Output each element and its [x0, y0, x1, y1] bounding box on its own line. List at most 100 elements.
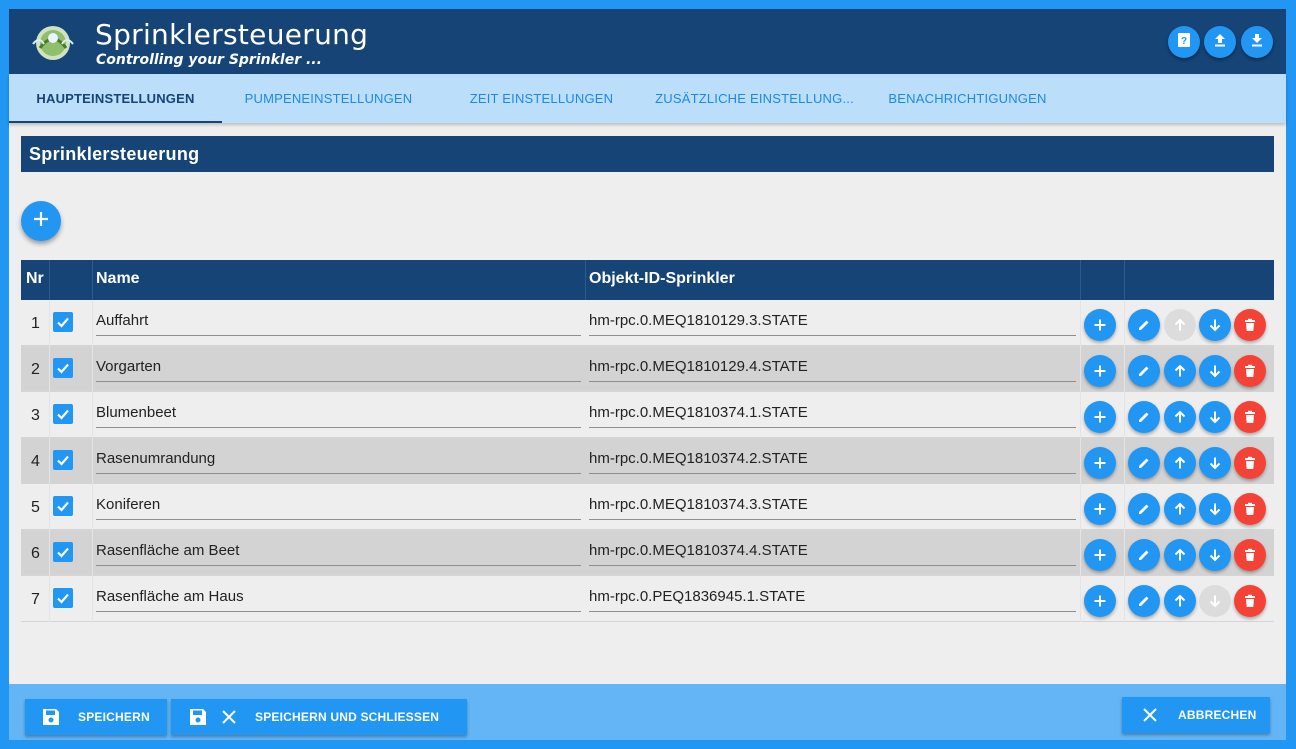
tab-pumpeneinstellungen[interactable]: Pumpeneinstellungen	[222, 74, 435, 123]
select-object-button[interactable]	[1084, 539, 1116, 571]
column-divider	[49, 346, 50, 392]
tab-haupteinstellungen[interactable]: Haupteinstellungen	[9, 74, 222, 123]
edit-button[interactable]	[1128, 355, 1160, 387]
tab-benachrichtigungen[interactable]: Benachrichtigungen	[861, 74, 1074, 123]
tab-zusaetzliche-einstellungen[interactable]: Zusätzliche Einstellung...	[648, 74, 861, 123]
upload-icon	[1212, 32, 1228, 53]
move-up-button[interactable]	[1164, 539, 1196, 571]
column-divider	[1124, 346, 1125, 392]
move-down-button[interactable]	[1199, 493, 1231, 525]
move-up-button[interactable]	[1164, 355, 1196, 387]
column-divider	[1080, 576, 1081, 622]
row-enabled-checkbox[interactable]	[53, 496, 73, 516]
row-enabled-checkbox[interactable]	[53, 404, 73, 424]
delete-button[interactable]	[1234, 355, 1266, 387]
header-divider	[1124, 260, 1125, 300]
name-field[interactable]: Rasenumrandung	[96, 438, 581, 474]
edit-button[interactable]	[1128, 309, 1160, 341]
table-row: 2 Vorgarten hm-rpc.0.MEQ1810129.4.STATE	[21, 346, 1274, 392]
tab-zeit-einstellungen[interactable]: Zeit Einstellungen	[435, 74, 648, 123]
row-enabled-checkbox[interactable]	[53, 450, 73, 470]
header-divider	[585, 260, 586, 300]
move-down-button[interactable]	[1199, 355, 1231, 387]
column-divider	[92, 392, 93, 438]
row-enabled-checkbox[interactable]	[53, 358, 73, 378]
plus-icon	[1093, 410, 1107, 424]
select-object-button[interactable]	[1084, 493, 1116, 525]
arrow-up-icon	[1173, 318, 1187, 332]
move-down-button[interactable]	[1199, 309, 1231, 341]
app-title: Sprinklersteuerung	[95, 18, 369, 51]
delete-button[interactable]	[1234, 309, 1266, 341]
edit-button[interactable]	[1128, 447, 1160, 479]
name-field[interactable]: Koniferen	[96, 484, 581, 520]
column-divider	[49, 392, 50, 438]
object-id-field[interactable]: hm-rpc.0.MEQ1810129.4.STATE	[589, 346, 1076, 382]
select-object-button[interactable]	[1084, 355, 1116, 387]
checkmark-icon	[56, 361, 70, 375]
move-down-button[interactable]	[1199, 447, 1231, 479]
arrow-down-icon	[1208, 456, 1222, 470]
plus-icon	[1093, 364, 1107, 378]
select-object-button[interactable]	[1084, 447, 1116, 479]
column-divider	[1124, 392, 1125, 438]
name-field[interactable]: Rasenfläche am Beet	[96, 530, 581, 566]
pencil-icon	[1137, 318, 1151, 332]
delete-button[interactable]	[1234, 401, 1266, 433]
delete-button[interactable]	[1234, 539, 1266, 571]
save-and-close-label: Speichern und schliessen	[255, 710, 440, 724]
object-id-field[interactable]: hm-rpc.0.MEQ1810374.1.STATE	[589, 392, 1076, 428]
name-field[interactable]: Auffahrt	[96, 300, 581, 336]
object-id-field[interactable]: hm-rpc.0.MEQ1810129.3.STATE	[589, 300, 1076, 336]
row-number: 7	[31, 591, 40, 608]
move-down-button[interactable]	[1199, 539, 1231, 571]
move-up-button[interactable]	[1164, 401, 1196, 433]
trash-icon	[1243, 318, 1257, 332]
edit-button[interactable]	[1128, 585, 1160, 617]
delete-button[interactable]	[1234, 493, 1266, 525]
row-enabled-checkbox[interactable]	[53, 312, 73, 332]
move-down-button[interactable]	[1199, 401, 1231, 433]
app-window: Sprinklersteuerung Controlling your Spri…	[9, 9, 1286, 740]
object-id-field[interactable]: hm-rpc.0.MEQ1810374.2.STATE	[589, 438, 1076, 474]
delete-button[interactable]	[1234, 447, 1266, 479]
arrow-up-icon	[1173, 548, 1187, 562]
cancel-button[interactable]: Abbrechen	[1122, 697, 1270, 733]
arrow-down-icon	[1208, 318, 1222, 332]
delete-button[interactable]	[1234, 585, 1266, 617]
save-button[interactable]: Speichern	[25, 699, 167, 735]
select-object-button[interactable]	[1084, 309, 1116, 341]
name-field[interactable]: Vorgarten	[96, 346, 581, 382]
name-field[interactable]: Blumenbeet	[96, 392, 581, 428]
download-button[interactable]	[1241, 26, 1273, 58]
upload-button[interactable]	[1204, 26, 1236, 58]
save-and-close-button[interactable]: Speichern und schliessen	[171, 699, 467, 735]
pencil-icon	[1137, 548, 1151, 562]
object-id-field[interactable]: hm-rpc.0.MEQ1810374.4.STATE	[589, 530, 1076, 566]
edit-button[interactable]	[1128, 493, 1160, 525]
add-row-button[interactable]	[21, 201, 61, 241]
help-button[interactable]: ?	[1168, 26, 1200, 58]
column-divider	[1080, 530, 1081, 576]
checkmark-icon	[56, 545, 70, 559]
select-object-button[interactable]	[1084, 401, 1116, 433]
column-divider	[1124, 438, 1125, 484]
row-enabled-checkbox[interactable]	[53, 588, 73, 608]
move-down-button[interactable]	[1199, 585, 1231, 617]
name-field[interactable]: Rasenfläche am Haus	[96, 576, 581, 612]
edit-button[interactable]	[1128, 539, 1160, 571]
select-object-button[interactable]	[1084, 585, 1116, 617]
edit-button[interactable]	[1128, 401, 1160, 433]
object-id-field[interactable]: hm-rpc.0.PEQ1836945.1.STATE	[589, 576, 1076, 612]
row-enabled-checkbox[interactable]	[53, 542, 73, 562]
sprinkler-table: Nr Name Objekt-ID-Sprinkler 1 Auffahrt hm-…	[21, 260, 1274, 622]
move-up-button[interactable]	[1164, 585, 1196, 617]
arrow-up-icon	[1173, 364, 1187, 378]
move-up-button[interactable]	[1164, 493, 1196, 525]
column-divider	[1080, 438, 1081, 484]
column-divider	[1124, 484, 1125, 530]
move-up-button[interactable]	[1164, 309, 1196, 341]
plus-icon	[1093, 456, 1107, 470]
object-id-field[interactable]: hm-rpc.0.MEQ1810374.3.STATE	[589, 484, 1076, 520]
move-up-button[interactable]	[1164, 447, 1196, 479]
